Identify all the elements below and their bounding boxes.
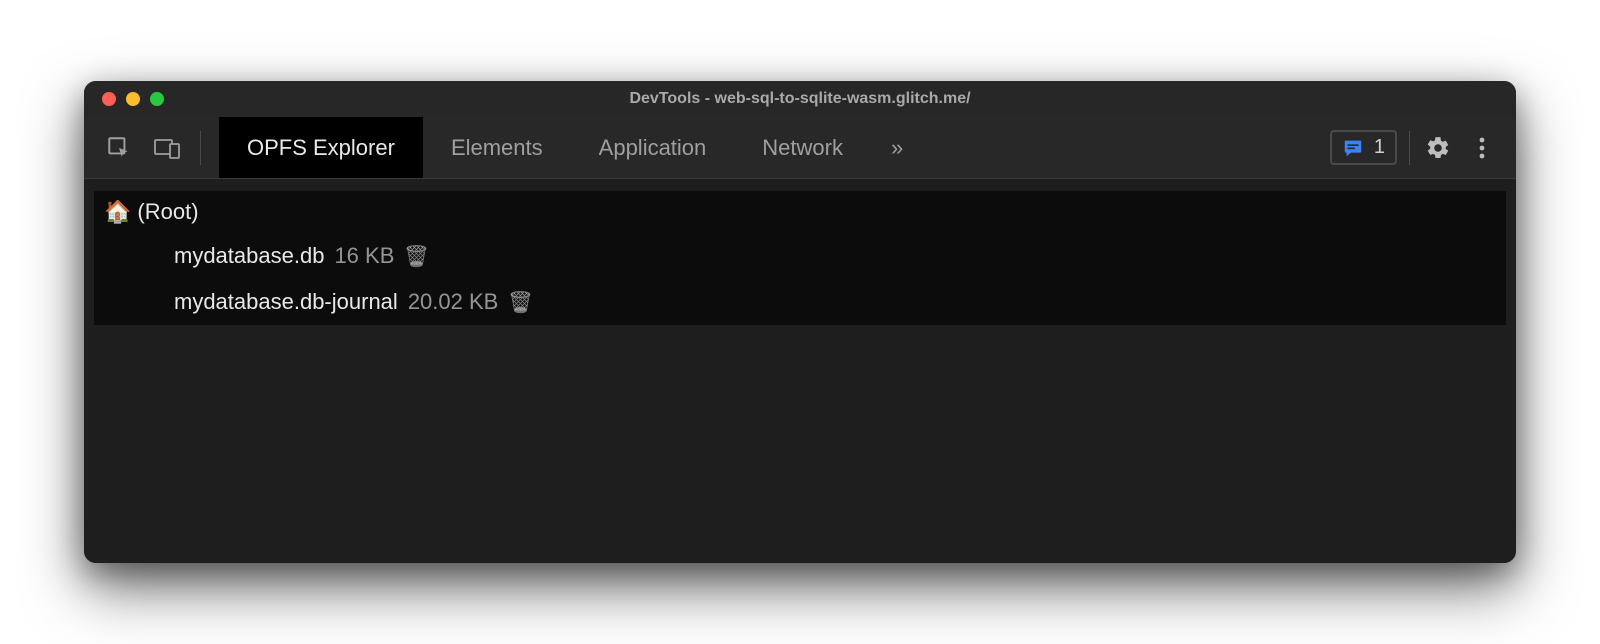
- toolbar-separator: [1409, 131, 1410, 165]
- tab-label: Application: [599, 135, 707, 161]
- file-size: 20.02 KB: [408, 289, 499, 315]
- file-size: 16 KB: [334, 243, 394, 269]
- tab-label: OPFS Explorer: [247, 135, 395, 161]
- trash-icon: 🗑️: [508, 292, 533, 314]
- maximize-button[interactable]: [150, 92, 164, 106]
- root-label: (Root): [137, 199, 198, 225]
- gear-icon: [1425, 135, 1451, 161]
- tree-file-row[interactable]: mydatabase.db 16 KB 🗑️: [94, 233, 1506, 279]
- delete-file-button[interactable]: 🗑️: [404, 244, 429, 269]
- trash-icon: 🗑️: [404, 246, 429, 268]
- traffic-lights: [84, 92, 164, 106]
- home-icon: 🏠: [104, 199, 131, 225]
- toolbar-separator: [200, 131, 201, 165]
- kebab-menu-button[interactable]: [1466, 132, 1498, 164]
- panel-tabs: OPFS Explorer Elements Application Netwo…: [219, 117, 923, 178]
- tab-application[interactable]: Application: [571, 117, 735, 178]
- toolbar-left: [84, 117, 219, 178]
- more-tabs-button[interactable]: »: [871, 117, 923, 178]
- tab-elements[interactable]: Elements: [423, 117, 571, 178]
- issues-button[interactable]: 1: [1330, 130, 1397, 165]
- file-name: mydatabase.db-journal: [174, 289, 398, 315]
- tab-label: Network: [762, 135, 843, 161]
- delete-file-button[interactable]: 🗑️: [508, 290, 533, 315]
- toolbar: OPFS Explorer Elements Application Netwo…: [84, 117, 1516, 179]
- toolbar-right: 1: [1330, 117, 1516, 178]
- minimize-button[interactable]: [126, 92, 140, 106]
- close-button[interactable]: [102, 92, 116, 106]
- device-toolbar-icon[interactable]: [152, 133, 182, 163]
- issues-count: 1: [1374, 136, 1385, 159]
- kebab-icon: [1479, 136, 1485, 160]
- file-name: mydatabase.db: [174, 243, 324, 269]
- settings-button[interactable]: [1422, 132, 1454, 164]
- chat-icon: [1342, 137, 1364, 159]
- tab-network[interactable]: Network: [734, 117, 871, 178]
- inspect-element-icon[interactable]: [104, 133, 134, 163]
- chevron-right-double-icon: »: [891, 135, 903, 161]
- titlebar: DevTools - web-sql-to-sqlite-wasm.glitch…: [84, 81, 1516, 117]
- opfs-explorer-panel: 🏠 (Root) mydatabase.db 16 KB 🗑️ mydataba…: [84, 179, 1516, 563]
- tab-opfs-explorer[interactable]: OPFS Explorer: [219, 117, 423, 178]
- tree-root[interactable]: 🏠 (Root): [94, 191, 1506, 233]
- devtools-window: DevTools - web-sql-to-sqlite-wasm.glitch…: [84, 81, 1516, 563]
- tree-file-row[interactable]: mydatabase.db-journal 20.02 KB 🗑️: [94, 279, 1506, 325]
- window-title: DevTools - web-sql-to-sqlite-wasm.glitch…: [84, 90, 1516, 108]
- tab-label: Elements: [451, 135, 543, 161]
